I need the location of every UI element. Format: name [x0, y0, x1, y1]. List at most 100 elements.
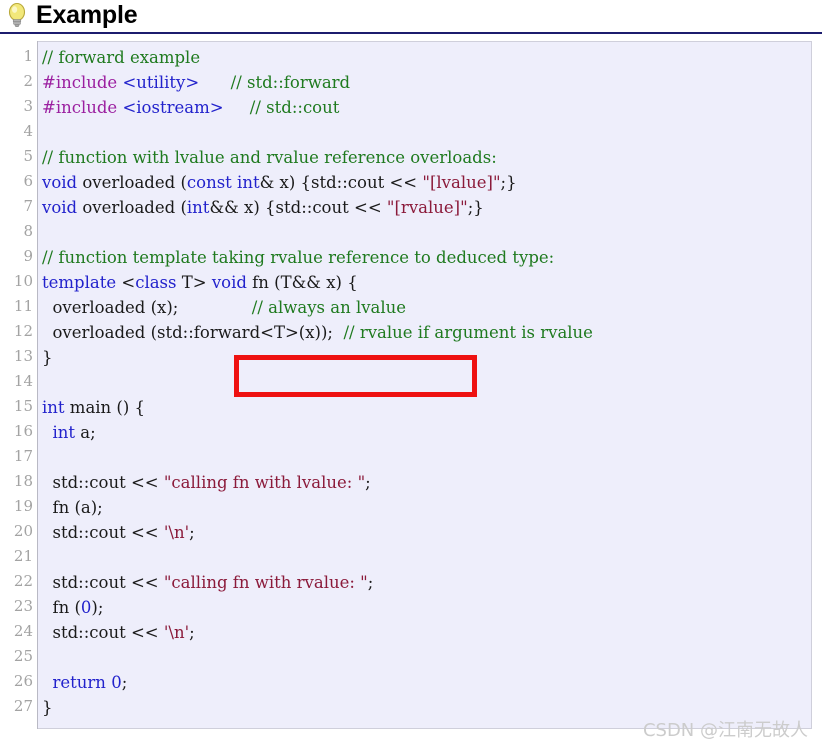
code-line: #include <utility> // std::forward [42, 70, 811, 95]
code-token: ;} [500, 173, 517, 192]
code-token: template [42, 273, 117, 292]
code-token: } [42, 348, 53, 367]
code-line: // function template taking rvalue refer… [42, 245, 811, 270]
code-line: overloaded (x); // always an lvalue [42, 295, 811, 320]
code-line: void overloaded (int&& x) {std::cout << … [42, 195, 811, 220]
code-line: // forward example [42, 45, 811, 70]
code-token: '\n' [163, 623, 190, 642]
line-number: 15 [13, 397, 33, 415]
code-token: const [186, 173, 232, 192]
code-token: ; [367, 573, 374, 592]
code-token: overloaded ( [77, 173, 187, 192]
code-token: overloaded (x); [42, 298, 179, 317]
code-token: int [42, 398, 65, 417]
line-number: 19 [13, 497, 33, 515]
code-token: ; [121, 673, 128, 692]
code-token: #include [42, 73, 123, 92]
line-number: 27 [13, 697, 33, 715]
lightbulb-icon [6, 2, 28, 28]
code-line: fn (a); [42, 495, 811, 520]
code-token: overloaded (std::forward<T>(x)); [42, 323, 333, 342]
code-token: ); [91, 598, 104, 617]
line-number: 9 [23, 247, 33, 265]
code-line: std::cout << "calling fn with lvalue: "; [42, 470, 811, 495]
code-token: void [42, 173, 78, 192]
line-number: 10 [13, 272, 33, 290]
code-token: class [135, 273, 177, 292]
code-token: fn (T&& x) { [246, 273, 358, 292]
code-token: int [52, 423, 76, 442]
code-token: a; [75, 423, 96, 442]
code-token: return [52, 673, 106, 692]
code-token: <utility> [122, 73, 200, 92]
code-line: std::cout << "calling fn with rvalue: "; [42, 570, 811, 595]
code-token: std::cout << [42, 523, 164, 542]
code-token: <iostream> [122, 98, 224, 117]
line-number: 11 [13, 297, 33, 315]
code-line: std::cout << '\n'; [42, 620, 811, 645]
code-token: void [42, 198, 78, 217]
code-token: < [116, 273, 136, 292]
line-number: 13 [13, 347, 33, 365]
header-divider [0, 32, 822, 34]
code-token: std::cout << [42, 473, 164, 492]
code-token: main () { [64, 398, 146, 417]
code-content[interactable]: // forward example #include <utility> // … [38, 41, 812, 729]
code-token: '\n' [163, 523, 190, 542]
code-line: template <class T> void fn (T&& x) { [42, 270, 811, 295]
code-token: int [186, 198, 210, 217]
code-token: // std::forward [230, 73, 351, 92]
line-number: 4 [23, 122, 33, 140]
line-number: 2 [23, 72, 33, 90]
code-token: ; [189, 523, 195, 542]
code-line: overloaded (std::forward<T>(x)); // rval… [42, 320, 811, 345]
line-number-gutter: 1 2 3 4 5 6 7 8 9 10 11 12 13 14 15 16 17 18 19 20 21 22 23 24 2… [0, 41, 38, 729]
line-number: 5 [23, 147, 33, 165]
line-number: 24 [13, 622, 33, 640]
line-number: 1 [23, 47, 33, 65]
code-token: ; [189, 623, 195, 642]
code-token: 0 [111, 673, 122, 692]
code-token: ;} [467, 198, 484, 217]
code-token: 0 [80, 598, 92, 617]
code-line: void overloaded (const int& x) {std::cou… [42, 170, 811, 195]
code-line: fn (0); [42, 595, 811, 620]
line-number: 21 [13, 547, 33, 565]
code-token: // always an lvalue [251, 298, 407, 317]
line-number: 16 [13, 422, 33, 440]
line-number: 3 [23, 97, 33, 115]
code-token: std::cout << [42, 623, 164, 642]
code-line: #include <iostream> // std::cout [42, 95, 811, 120]
code-line: int main () { [42, 395, 811, 420]
code-token: & x) {std::cout << [259, 173, 423, 192]
line-number: 17 [13, 447, 33, 465]
code-line: std::cout << '\n'; [42, 520, 811, 545]
code-line: return 0; [42, 670, 811, 695]
line-number: 25 [13, 647, 33, 665]
code-token: // forward example [42, 48, 201, 67]
code-token: // function with lvalue and rvalue refer… [42, 148, 497, 167]
code-token: "calling fn with lvalue: " [163, 473, 366, 492]
code-token: std::cout << [42, 573, 164, 592]
code-token: // rvalue if argument is rvalue [343, 323, 593, 342]
page-title: Example [36, 1, 138, 29]
code-block: 1 2 3 4 5 6 7 8 9 10 11 12 13 14 15 16 17 18 19 20 21 22 23 24 2… [0, 41, 812, 729]
code-token: fn (a); [42, 498, 103, 517]
code-token: // function template taking rvalue refer… [42, 248, 555, 267]
code-token: "[lvalue]" [422, 173, 501, 192]
line-number: 23 [13, 597, 33, 615]
code-token: && x) {std::cout << [209, 198, 387, 217]
line-number: 6 [23, 172, 33, 190]
code-token: void [211, 273, 247, 292]
watermark: CSDN @江南无故人 [642, 720, 808, 741]
